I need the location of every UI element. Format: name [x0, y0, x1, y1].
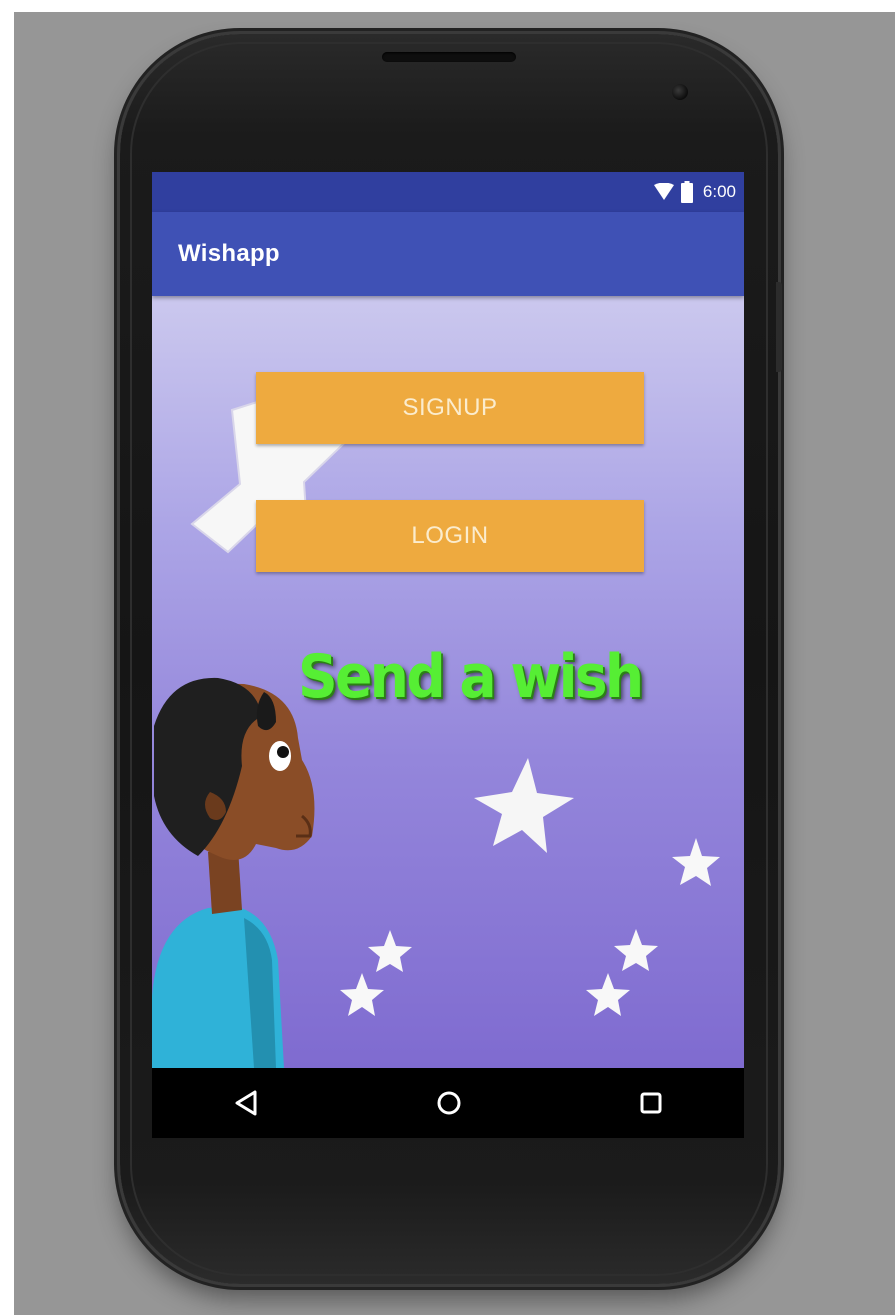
headline-text: Send a wish — [298, 642, 644, 712]
phone-screen: 6:00 Wishapp SIGNUP LOGIN Send a wish — [152, 172, 744, 1138]
back-icon[interactable] — [230, 1086, 264, 1120]
power-button — [776, 282, 782, 372]
boy-illustration — [152, 677, 315, 1068]
device-mockup-background: 6:00 Wishapp SIGNUP LOGIN Send a wish — [14, 12, 895, 1315]
home-icon[interactable] — [432, 1086, 466, 1120]
battery-icon — [680, 181, 693, 203]
navigation-bar — [152, 1068, 744, 1138]
status-time: 6:00 — [702, 182, 736, 201]
star-icon — [368, 930, 412, 972]
signup-button[interactable]: SIGNUP — [256, 372, 644, 444]
app-title: Wishapp — [178, 240, 280, 267]
status-icons: 6:00 — [653, 181, 736, 203]
login-button[interactable]: LOGIN — [256, 500, 644, 572]
star-icon — [340, 973, 384, 1016]
recents-icon[interactable] — [634, 1086, 668, 1120]
app-bar: Wishapp — [152, 212, 744, 296]
star-icon — [474, 758, 574, 853]
star-icon — [586, 973, 630, 1016]
earpiece-speaker — [382, 52, 516, 62]
main-content: SIGNUP LOGIN Send a wish — [152, 296, 744, 1068]
front-camera — [672, 84, 688, 100]
star-icon — [614, 929, 658, 971]
star-icon — [672, 838, 720, 886]
wifi-icon — [653, 183, 674, 200]
status-bar: 6:00 — [152, 172, 744, 212]
